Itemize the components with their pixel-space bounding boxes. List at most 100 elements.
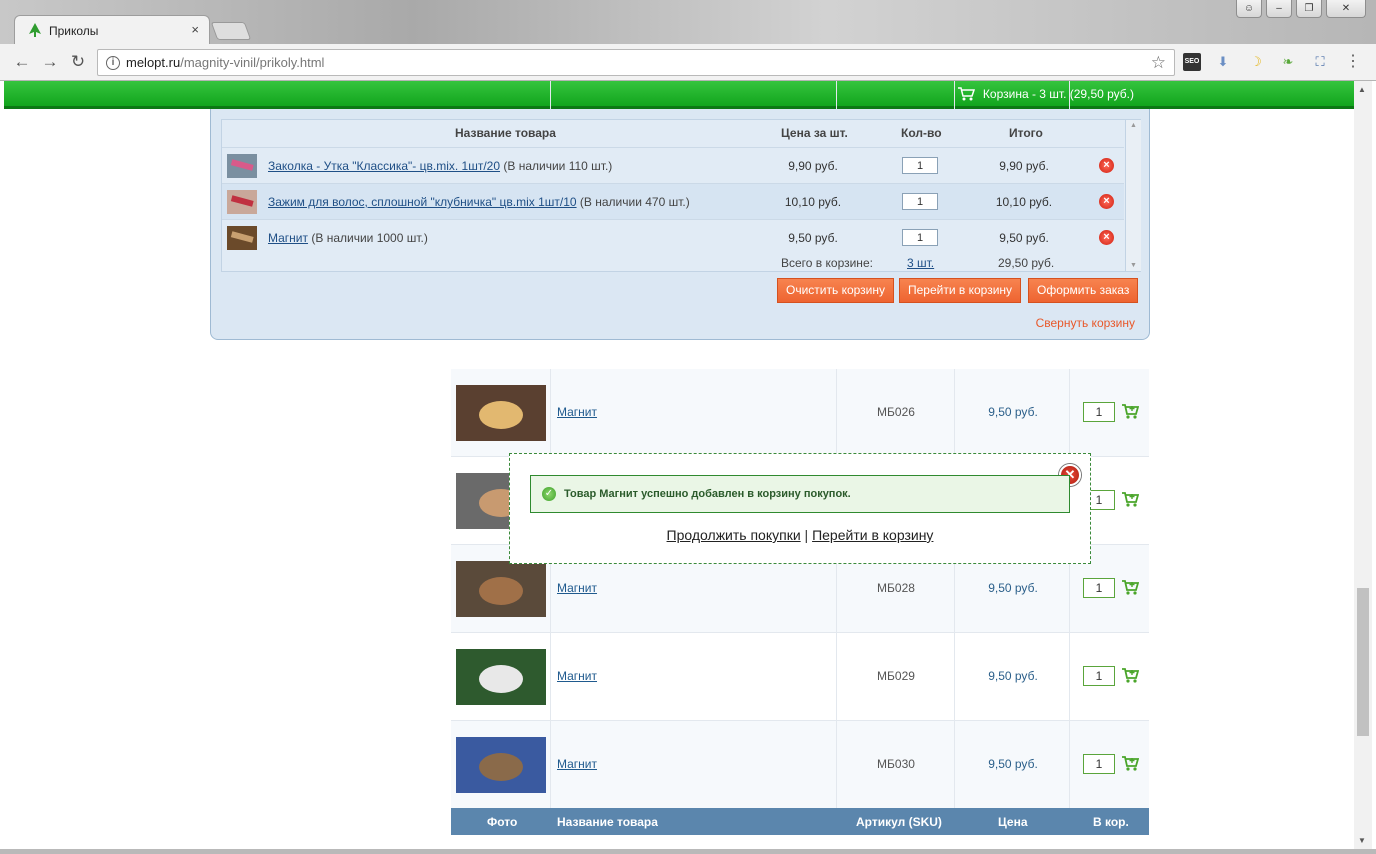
- table-row: Магнит МБ029 9,50 руб.: [451, 633, 1149, 721]
- product-photo: [456, 649, 546, 705]
- tab-title: Приколы: [49, 24, 99, 38]
- product-table-header: Фото Название товара Артикул (SKU) Цена …: [451, 808, 1149, 835]
- forward-icon[interactable]: →: [40, 52, 60, 72]
- cart-item-link[interactable]: Зажим для волос, сплошной "клубничка" цв…: [268, 195, 577, 209]
- popup-goto-cart-link[interactable]: Перейти в корзину: [812, 527, 933, 543]
- add-to-cart-icon[interactable]: [1121, 402, 1139, 420]
- clear-cart-button[interactable]: Очистить корзину: [777, 278, 894, 303]
- product-name-link[interactable]: Магнит: [557, 669, 597, 683]
- remove-item-icon[interactable]: ×: [1099, 158, 1114, 173]
- product-sku: МБ026: [877, 405, 915, 419]
- remove-item-icon[interactable]: ×: [1099, 194, 1114, 209]
- cart-item-name: Зажим для волос, сплошной "клубничка" цв…: [268, 195, 690, 209]
- continue-shopping-link[interactable]: Продолжить покупки: [667, 527, 801, 543]
- cart-item-price: 9,50 руб.: [788, 231, 838, 245]
- cart-row: Заколка - Утка "Классика"- цв.mix. 1шт/2…: [222, 147, 1124, 183]
- product-qty-input[interactable]: [1083, 666, 1115, 686]
- goto-cart-button[interactable]: Перейти в корзину: [899, 278, 1022, 303]
- product-price: 9,50 руб.: [988, 581, 1038, 595]
- product-qty-input[interactable]: [1083, 402, 1115, 422]
- popup-message-box: ✓ Товар Магнит успешно добавлен в корзин…: [530, 475, 1070, 513]
- cart-item-qty-input[interactable]: [902, 157, 938, 174]
- download-icon[interactable]: ⬇: [1214, 53, 1232, 71]
- col-total: Итого: [1009, 126, 1043, 140]
- window-controls: ☺ – ❐ ✕: [1236, 0, 1366, 18]
- back-icon[interactable]: ←: [12, 52, 32, 72]
- product-name-link[interactable]: Магнит: [557, 405, 597, 419]
- cart-item-thumbnail: [227, 190, 257, 214]
- info-icon[interactable]: i: [106, 56, 120, 70]
- product-price: 9,50 руб.: [988, 757, 1038, 771]
- cart-item-total: 9,50 руб.: [999, 231, 1049, 245]
- cart-item-stock: (В наличии 110 шт.): [503, 159, 613, 173]
- bookmark-star-icon[interactable]: ☆: [1151, 53, 1166, 73]
- window-bottom-border: [0, 849, 1376, 854]
- browser-tab[interactable]: Приколы ×: [14, 15, 210, 45]
- product-price: 9,50 руб.: [988, 669, 1038, 683]
- col-name: Название товара: [455, 126, 556, 140]
- cart-item-price: 9,90 руб.: [788, 159, 838, 173]
- cart-footer: Всего в корзине: 3 шт. 29,50 руб.: [222, 256, 1124, 272]
- product-name-link[interactable]: Магнит: [557, 757, 597, 771]
- cart-total-sum: 29,50 руб.: [998, 256, 1055, 270]
- product-photo: [456, 561, 546, 617]
- cart-count-link[interactable]: 3 шт.: [907, 256, 934, 270]
- cart-item-qty-input[interactable]: [902, 193, 938, 210]
- col-qty: Кол-во: [901, 126, 942, 140]
- product-sku: МБ028: [877, 581, 915, 595]
- close-window-icon[interactable]: ✕: [1326, 0, 1366, 18]
- cart-item-thumbnail: [227, 154, 257, 178]
- collapse-cart-link[interactable]: Свернуть корзину: [1036, 316, 1135, 330]
- minimize-icon[interactable]: –: [1266, 0, 1292, 18]
- product-photo: [456, 737, 546, 793]
- cart-table: Название товара Цена за шт. Кол-во Итого…: [221, 119, 1141, 272]
- menu-icon[interactable]: ⋮: [1344, 53, 1362, 71]
- cart-scrollbar[interactable]: ▲ ▼: [1125, 120, 1141, 271]
- cart-item-name: Магнит (В наличии 1000 шт.): [268, 231, 428, 245]
- url-text: melopt.ru/magnity-vinil/prikoly.html: [126, 55, 324, 70]
- new-tab-button[interactable]: [210, 22, 252, 40]
- product-qty-input[interactable]: [1083, 578, 1115, 598]
- popup-message: Товар Магнит успешно добавлен в корзину …: [564, 488, 851, 500]
- add-to-cart-icon[interactable]: [1121, 490, 1139, 508]
- fullscreen-icon[interactable]: ⛶: [1311, 53, 1329, 71]
- cart-item-stock: (В наличии 470 шт.): [579, 195, 690, 209]
- product-name-link[interactable]: Магнит: [557, 581, 597, 595]
- cart-item-qty-input[interactable]: [902, 229, 938, 246]
- header-name: Название товара: [557, 815, 658, 829]
- seo-icon[interactable]: SEO: [1183, 53, 1201, 71]
- scrollbar-thumb[interactable]: [1357, 588, 1369, 736]
- restore-icon[interactable]: ❐: [1296, 0, 1322, 18]
- tab-close-icon[interactable]: ×: [191, 22, 199, 37]
- product-qty-input[interactable]: [1083, 754, 1115, 774]
- cart-dropdown: Название товара Цена за шт. Кол-во Итого…: [210, 109, 1150, 340]
- cart-item-stock: (В наличии 1000 шт.): [311, 231, 428, 245]
- scroll-down-icon[interactable]: ▼: [1130, 262, 1137, 269]
- moon-icon[interactable]: ☽: [1247, 53, 1265, 71]
- url-host: melopt.ru: [126, 55, 181, 70]
- tab-strip: Приколы × ☺ – ❐ ✕: [0, 0, 1376, 45]
- scroll-down-icon[interactable]: ▼: [1358, 836, 1366, 845]
- url-path: /magnity-vinil/prikoly.html: [180, 55, 325, 70]
- tree-favicon-icon: [29, 23, 41, 37]
- address-bar[interactable]: i melopt.ru/magnity-vinil/prikoly.html ☆: [97, 49, 1175, 76]
- cart-item-total: 9,90 руб.: [999, 159, 1049, 173]
- cart-item-link[interactable]: Заколка - Утка "Классика"- цв.mix. 1шт/2…: [268, 159, 500, 173]
- check-icon: ✓: [542, 487, 556, 501]
- add-to-cart-icon[interactable]: [1121, 666, 1139, 684]
- add-to-cart-icon[interactable]: [1121, 754, 1139, 772]
- page-scrollbar[interactable]: ▲ ▼: [1354, 81, 1372, 849]
- scroll-up-icon[interactable]: ▲: [1130, 122, 1137, 129]
- scroll-up-icon[interactable]: ▲: [1358, 85, 1366, 94]
- table-row: Магнит МБ030 9,50 руб.: [451, 721, 1149, 809]
- sprout-icon[interactable]: ❧: [1279, 53, 1297, 71]
- remove-item-icon[interactable]: ×: [1099, 230, 1114, 245]
- profile-icon[interactable]: ☺: [1236, 0, 1262, 18]
- cart-row: Магнит (В наличии 1000 шт.) 9,50 руб. 9,…: [222, 219, 1124, 255]
- add-to-cart-icon[interactable]: [1121, 578, 1139, 596]
- checkout-button[interactable]: Оформить заказ: [1028, 278, 1139, 303]
- cart-item-link[interactable]: Магнит: [268, 231, 308, 245]
- product-photo: [456, 385, 546, 441]
- table-row: Магнит МБ026 9,50 руб.: [451, 369, 1149, 457]
- reload-icon[interactable]: ↻: [68, 52, 88, 72]
